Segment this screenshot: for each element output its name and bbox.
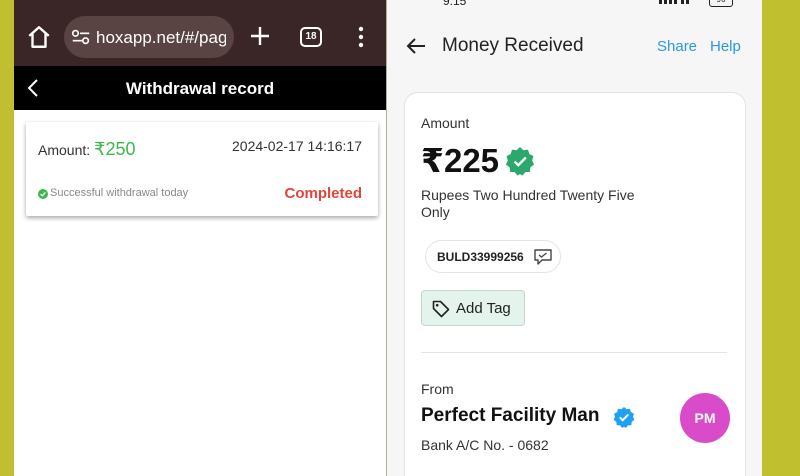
amount-value: ₹225 — [421, 142, 500, 179]
signal-icon — [659, 0, 689, 4]
verified-badge-icon — [506, 147, 534, 176]
add-tag-label[interactable]: Add Tag — [456, 300, 511, 317]
plus-icon[interactable] — [248, 24, 272, 48]
success-note: Successful withdrawal today — [50, 187, 189, 199]
amount-label: Amount: ₹250 — [38, 139, 136, 160]
verified-blue-icon — [613, 407, 635, 428]
amount-value: ₹250 — [94, 139, 136, 159]
right-screenshot: 9:15 96 Money Received Share Help Amount… — [386, 0, 762, 476]
amount-label: Amount — [421, 115, 470, 131]
status-time: 9:15 — [443, 0, 467, 8]
sender-name: Perfect Facility Man — [421, 405, 600, 426]
left-screenshot: hoxapp.net/#/pag 18 Withdrawal record Am… — [14, 0, 386, 476]
message-icon[interactable] — [534, 249, 552, 265]
back-arrow-icon[interactable] — [405, 35, 427, 57]
home-icon[interactable] — [26, 24, 52, 50]
page-title: Withdrawal record — [125, 79, 275, 98]
from-label: From — [421, 381, 454, 397]
tag-icon — [432, 300, 450, 318]
reference-id: BULD33999256 — [437, 250, 524, 264]
more-icon[interactable] — [352, 26, 370, 48]
status-badge: Completed — [284, 185, 362, 202]
avatar[interactable]: PM — [680, 393, 730, 443]
help-link[interactable]: Help — [710, 38, 741, 55]
bank-account: Bank A/C No. - 0682 — [421, 437, 549, 453]
url-text[interactable]: hoxapp.net/#/pag — [96, 28, 226, 48]
amount-label-text: Amount: — [38, 142, 95, 158]
check-circle-icon — [38, 189, 48, 199]
battery-icon: 96 — [709, 0, 733, 7]
tabs-icon[interactable]: 18 — [300, 27, 322, 47]
site-settings-icon[interactable] — [70, 26, 92, 48]
section-divider — [421, 352, 727, 353]
record-datetime: 2024-02-17 14:16:17 — [232, 138, 362, 154]
page-title: Money Received — [442, 35, 584, 56]
amount-in-words: Rupees Two Hundred Twenty Five Only — [421, 187, 635, 220]
share-link[interactable]: Share — [657, 38, 697, 55]
